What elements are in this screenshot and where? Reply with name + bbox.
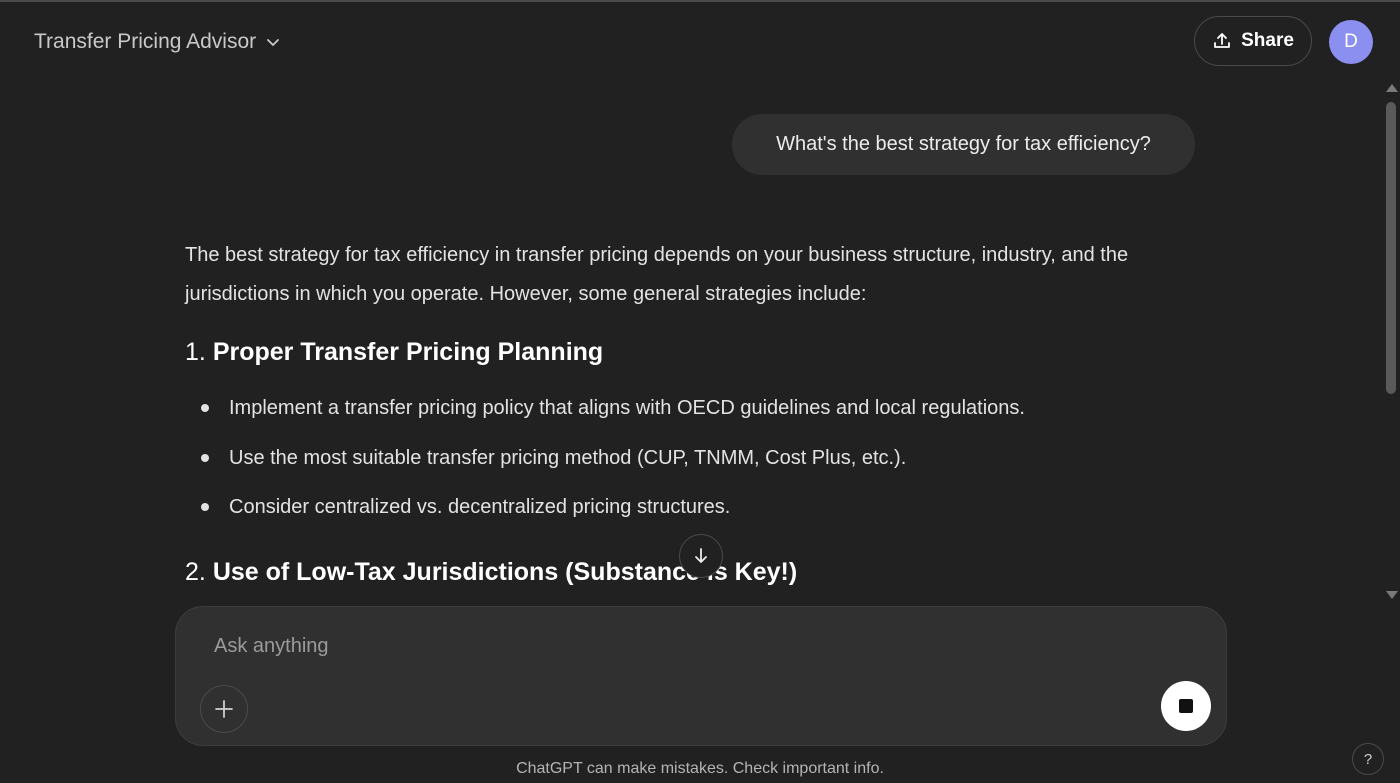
list-item-text: Consider centralized vs. decentralized p… xyxy=(229,496,731,518)
list-item-text: Implement a transfer pricing policy that… xyxy=(229,397,1025,419)
attach-button[interactable] xyxy=(200,685,248,733)
stop-generating-button[interactable] xyxy=(1161,681,1211,731)
section-number: 1. xyxy=(185,338,206,366)
stop-icon xyxy=(1179,699,1193,713)
list-item: Implement a transfer pricing policy that… xyxy=(185,391,1025,441)
section-heading-1: 1. Proper Transfer Pricing Planning xyxy=(185,338,603,367)
disclaimer: ChatGPT can make mistakes. Check importa… xyxy=(516,760,884,777)
section-number: 2. xyxy=(185,558,206,586)
list-item-text: Use the most suitable transfer pricing m… xyxy=(229,446,907,469)
help-button[interactable]: ? xyxy=(1352,743,1384,775)
scroll-thumb[interactable] xyxy=(1386,102,1396,394)
prompt-input[interactable] xyxy=(212,629,1116,663)
bullet-dot xyxy=(201,503,209,511)
bullet-dot xyxy=(201,453,209,462)
share-label: Share xyxy=(1241,30,1294,51)
scrollbar[interactable] xyxy=(1382,80,1400,608)
assistant-intro: The best strategy for tax efficiency in … xyxy=(185,244,1129,305)
share-button[interactable]: Share xyxy=(1194,16,1312,66)
upload-icon xyxy=(1214,33,1230,48)
model-selector[interactable]: Transfer Pricing Advisor xyxy=(20,22,296,62)
section-title: Proper Transfer Pricing Planning xyxy=(212,338,604,366)
header: Transfer Pricing Advisor Share D xyxy=(0,2,1400,80)
avatar[interactable]: D xyxy=(1329,20,1373,64)
user-message-bubble: What's the best strategy for tax efficie… xyxy=(732,114,1195,175)
list-item: Consider centralized vs. decentralized p… xyxy=(185,490,1025,540)
model-name: Transfer Pricing Advisor xyxy=(34,30,257,53)
bullet-dot xyxy=(201,404,209,412)
plus-icon xyxy=(215,700,233,718)
arrow-down-icon xyxy=(695,548,707,563)
scroll-to-bottom-button[interactable] xyxy=(679,534,723,578)
list-item: Use the most suitable transfer pricing m… xyxy=(185,441,1025,491)
scroll-up-arrow-icon[interactable] xyxy=(1386,84,1398,92)
bullet-list: Implement a transfer pricing policy that… xyxy=(185,391,1025,540)
scroll-down-arrow-icon[interactable] xyxy=(1386,591,1398,599)
composer xyxy=(175,606,1227,746)
chevron-down-icon xyxy=(267,39,280,46)
assistant-message: The best strategy for tax efficiency in … xyxy=(185,236,1195,586)
